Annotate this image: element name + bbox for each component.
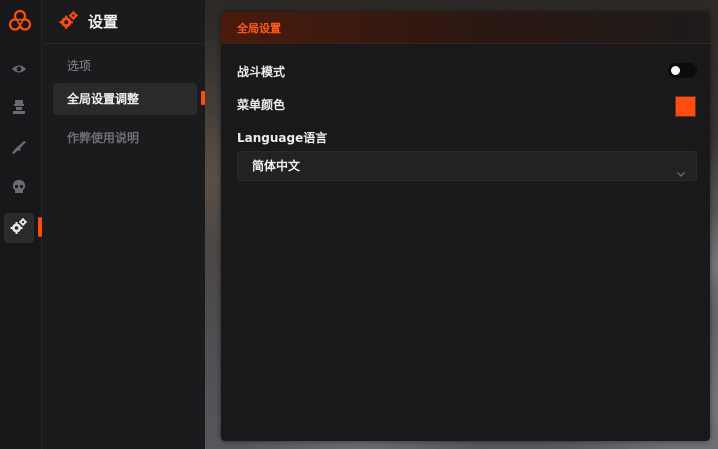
skull-icon [11,179,27,199]
rail-active-indicator [38,217,42,237]
battle-mode-label: 战斗模式 [237,65,286,79]
language-label: Language语言 [237,131,328,145]
eye-icon [11,60,27,79]
rail-item-visuals[interactable] [4,54,34,84]
biohazard-icon [7,8,33,34]
battle-mode-toggle[interactable] [668,63,697,78]
soldier-icon [11,99,27,119]
chevron-down-icon [676,161,686,177]
rail-item-player[interactable] [4,94,34,124]
nav-item-global-settings[interactable]: 全局设置调整 [53,83,197,115]
subnav-header: 设置 [43,0,205,44]
panel-title: 全局设置 [221,12,710,44]
toggle-knob [671,66,680,75]
language-select[interactable]: 简体中文 [237,151,697,181]
page-title: 设置 [88,13,119,31]
gears-icon [59,10,79,30]
settings-subnav: 设置 选项 全局设置调整 作弊使用说明 [43,0,205,449]
icon-rail [0,0,42,449]
nav-active-indicator [201,91,205,105]
language-selected-value: 简体中文 [252,159,301,173]
nav-item-usage-guide[interactable]: 作弊使用说明 [53,122,197,154]
rifle-icon [10,139,28,159]
section-label-options: 选项 [67,59,92,73]
rail-item-weapons[interactable] [4,134,34,164]
gears-icon [10,217,28,239]
global-settings-panel: 全局设置 战斗模式 菜单颜色 Language语言 简体中文 [221,12,710,441]
rail-item-misc[interactable] [4,174,34,204]
menu-color-swatch[interactable] [675,96,696,117]
rail-item-settings[interactable] [4,213,34,243]
menu-color-label: 菜单颜色 [237,98,286,112]
